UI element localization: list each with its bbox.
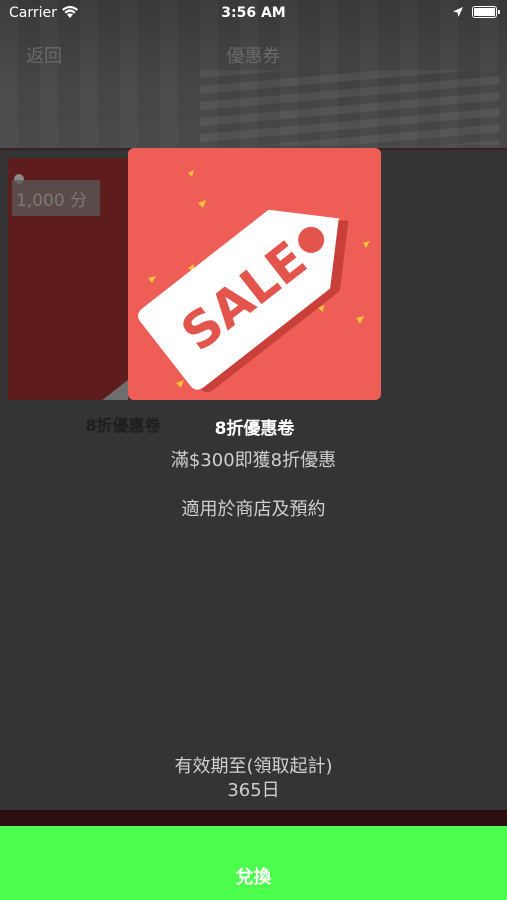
status-bar: Carrier 3:56 AM: [0, 0, 507, 28]
coupon-image: SALE: [128, 148, 381, 400]
coupon-description: 滿$300即獲8折優惠: [170, 450, 337, 471]
coupon-detail-screen: 返回 優惠券 1,000 分 SALE 8折優惠卷 Carrier 3:56 A…: [0, 0, 507, 900]
background-coupon-card[interactable]: 1,000 分 SALE: [8, 158, 128, 400]
redeem-button[interactable]: 兌換: [0, 826, 507, 900]
coupon-scope: 適用於商店及預約: [181, 499, 326, 520]
validity-value: 365日: [227, 780, 280, 801]
page-title: 優惠券: [226, 46, 281, 67]
background-sale-tag-icon: SALE: [31, 368, 128, 400]
header-background-photo: [200, 70, 500, 145]
sale-tag-icon: SALE: [138, 170, 370, 393]
location-arrow-icon: [453, 7, 463, 17]
coupon-title: 8折優惠卷: [214, 419, 295, 439]
battery-icon: [472, 6, 500, 18]
status-time: 3:56 AM: [221, 5, 286, 21]
validity-label: 有效期至(領取起計): [174, 756, 333, 777]
background-bottom-strip: [0, 810, 507, 826]
